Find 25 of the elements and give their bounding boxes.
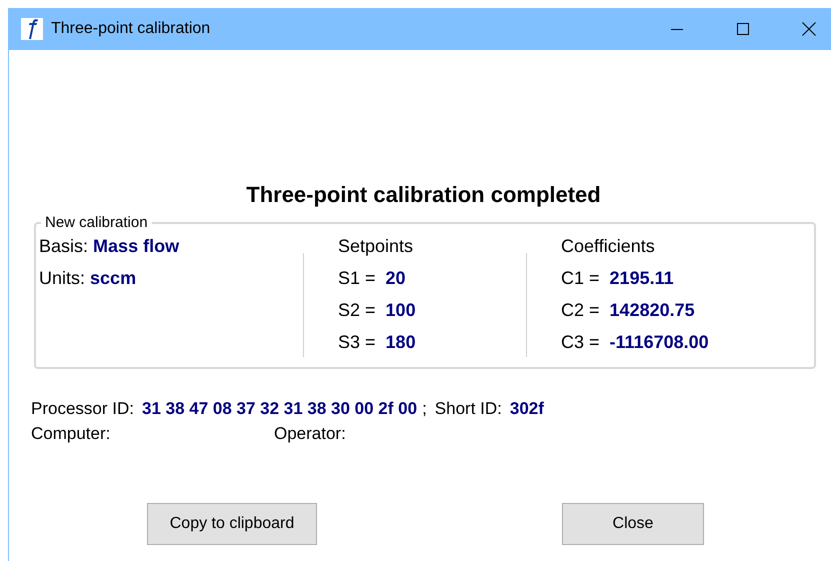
close-icon — [802, 22, 816, 36]
setpoint-text: S1 = 20 — [338, 267, 407, 290]
operator-label: Operator: — [274, 424, 346, 444]
coefficient-text: C2 = 142820.75 — [561, 299, 696, 322]
setpoint-text: S3 = 180 — [338, 331, 417, 354]
maximize-icon — [737, 23, 749, 35]
units-text: Units: sccm — [39, 267, 138, 290]
short-id-label: Short ID: — [434, 399, 502, 419]
processor-id-label: Processor ID: — [31, 399, 134, 419]
result-heading: Three-point calibration completed — [245, 182, 602, 208]
setpoint-text: S2 = 100 — [338, 299, 417, 322]
close-dialog-button[interactable]: Close — [562, 503, 704, 545]
computer-label: Computer: — [31, 424, 112, 444]
coefficient-text: C3 = -1116708.00 — [561, 331, 710, 354]
coefficients-heading: Coefficients — [561, 235, 656, 258]
app-logo-icon — [21, 18, 43, 40]
setpoints-heading: Setpoints — [338, 235, 414, 258]
copy-button[interactable]: Copy to clipboard — [147, 503, 317, 545]
separator-text: ; — [422, 399, 427, 419]
window-title: Three-point calibration — [51, 20, 212, 38]
coefficient-text: C1 = 2195.11 — [561, 267, 675, 290]
processor-id-value: 31 38 47 08 37 32 31 38 30 00 2f 00 — [142, 399, 418, 419]
group-legend: New calibration — [41, 214, 152, 231]
basis-text: Basis: Mass flow — [39, 235, 180, 258]
short-id-value: 302f — [510, 399, 544, 419]
